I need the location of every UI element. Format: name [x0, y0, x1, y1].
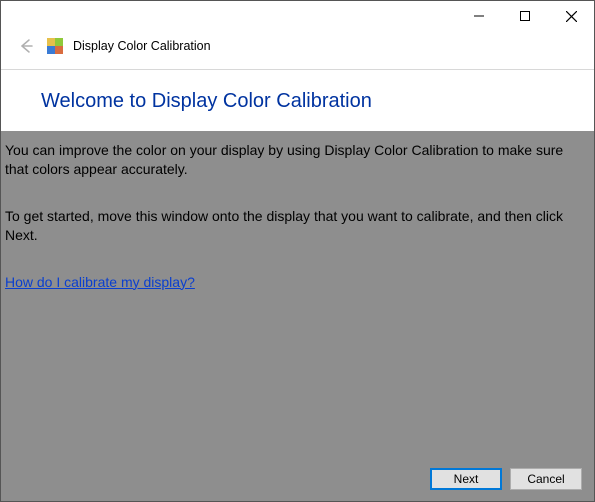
- content: Welcome to Display Color Calibration You…: [1, 70, 594, 501]
- maximize-button[interactable]: [502, 1, 548, 31]
- titlebar: [1, 1, 594, 31]
- intro-paragraph-1: You can improve the color on your displa…: [5, 141, 588, 179]
- next-button[interactable]: Next: [430, 468, 502, 490]
- cancel-button[interactable]: Cancel: [510, 468, 582, 490]
- page-heading: Welcome to Display Color Calibration: [41, 90, 594, 113]
- close-button[interactable]: [548, 1, 594, 31]
- body-area: You can improve the color on your displa…: [1, 131, 594, 457]
- intro-paragraph-2: To get started, move this window onto th…: [5, 207, 588, 245]
- minimize-button[interactable]: [456, 1, 502, 31]
- app-title: Display Color Calibration: [73, 39, 211, 53]
- app-icon: [47, 38, 63, 54]
- heading-area: Welcome to Display Color Calibration: [1, 70, 594, 131]
- footer-bar: Next Cancel: [1, 457, 594, 501]
- help-link[interactable]: How do I calibrate my display?: [5, 274, 195, 290]
- back-arrow-icon: [15, 35, 37, 57]
- header-bar: Display Color Calibration: [1, 31, 594, 70]
